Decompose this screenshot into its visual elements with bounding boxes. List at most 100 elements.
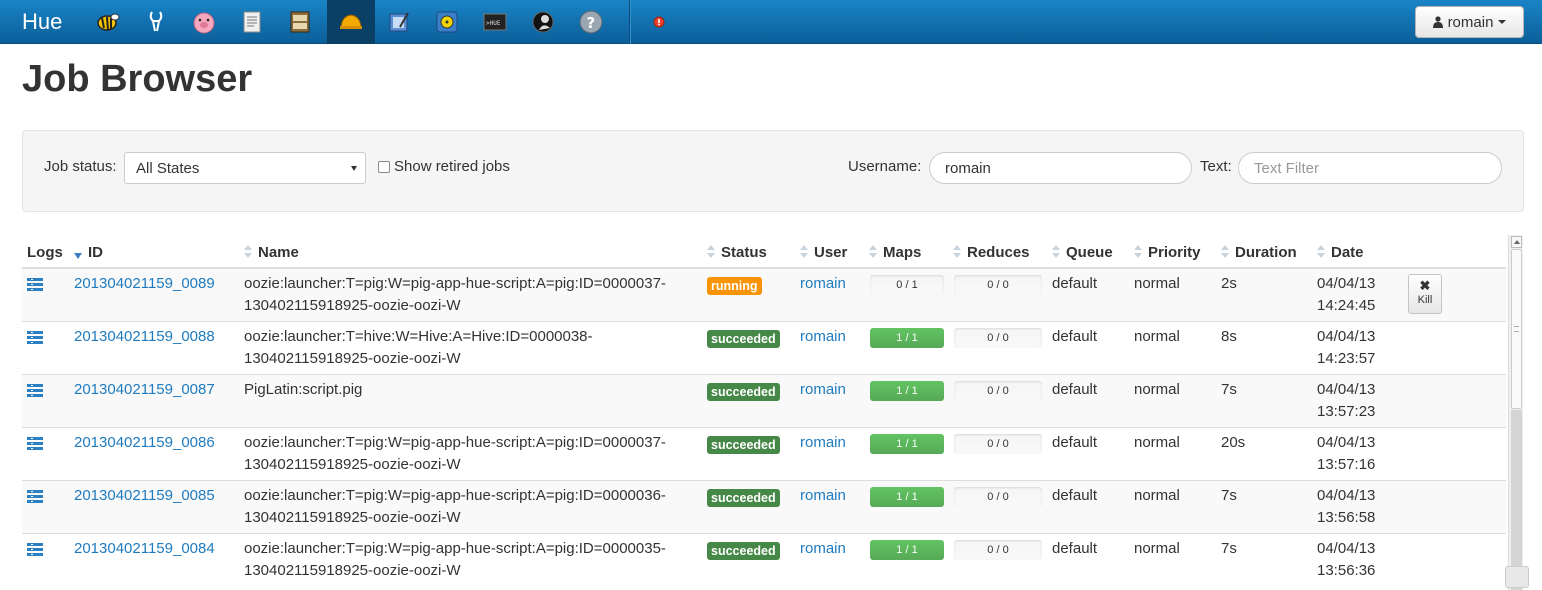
logs-icon[interactable] (27, 331, 43, 344)
scrollbar-track[interactable] (1511, 410, 1522, 590)
file-browser-icon (243, 11, 261, 33)
job-user-link[interactable]: romain (800, 379, 846, 401)
sort-icon (800, 245, 808, 259)
col-header-user[interactable]: User (800, 243, 847, 261)
scroll-to-top-button[interactable] (1505, 566, 1529, 588)
username-label: Username: (848, 158, 922, 175)
alert-icon (653, 16, 665, 28)
job-id-link[interactable]: 201304021159_0087 (74, 379, 215, 401)
brand-logo[interactable]: Hue (22, 9, 62, 35)
status-badge: succeeded (707, 489, 780, 507)
logs-icon[interactable] (27, 278, 43, 291)
job-duration: 2s (1221, 275, 1237, 292)
col-header-reduces[interactable]: Reduces (953, 243, 1030, 261)
reduces-progress: 0 / 0 (954, 434, 1042, 454)
scrollbar-thumb[interactable] (1511, 249, 1522, 409)
job-priority: normal (1134, 328, 1180, 345)
job-date: 04/04/13 13:56:36 (1317, 540, 1376, 579)
job-user-link[interactable]: romain (800, 538, 846, 560)
job-queue: default (1052, 275, 1098, 292)
job-browser-app-link[interactable] (327, 0, 375, 44)
table-row: 201304021159_0086 oozie:launcher:T=pig:W=… (22, 427, 1506, 480)
job-user-link[interactable]: romain (800, 485, 846, 507)
metastore-icon (290, 11, 310, 33)
job-name: oozie:launcher:T=pig:W=pig-app-hue-scrip… (244, 275, 666, 314)
job-date: 04/04/13 13:57:16 (1317, 434, 1376, 473)
col-header-status[interactable]: Status (707, 243, 767, 261)
logs-icon[interactable] (27, 384, 43, 397)
sort-desc-icon (74, 245, 82, 259)
text-filter-input[interactable]: Text Filter (1238, 152, 1502, 184)
job-user-link[interactable]: romain (800, 432, 846, 454)
col-header-priority[interactable]: Priority (1134, 243, 1201, 261)
shell-icon: >HUE (483, 13, 507, 31)
scroll-up-icon[interactable] (1511, 236, 1522, 248)
job-name: PigLatin:script.pig (244, 381, 363, 398)
job-user-link[interactable]: romain (800, 273, 846, 295)
job-designer-icon (389, 12, 409, 32)
user-admin-app-link[interactable] (519, 0, 567, 44)
job-name: oozie:launcher:T=pig:W=pig-app-hue-scrip… (244, 487, 666, 526)
username-input[interactable]: romain (929, 152, 1192, 184)
table-scrollbar[interactable] (1508, 235, 1523, 590)
job-priority: normal (1134, 540, 1180, 557)
beeswax-app-link[interactable] (84, 0, 132, 44)
impala-icon (149, 11, 163, 32)
reduces-progress: 0 / 0 (954, 540, 1042, 560)
maps-progress: 1 / 1 (870, 487, 944, 507)
job-id-link[interactable]: 201304021159_0084 (74, 538, 215, 560)
col-header-name[interactable]: Name (244, 243, 299, 261)
col-header-date[interactable]: Date (1317, 243, 1364, 261)
job-queue: default (1052, 540, 1098, 557)
sort-icon (869, 245, 877, 259)
user-menu-button[interactable]: romain (1415, 6, 1524, 38)
alert-link[interactable] (635, 0, 683, 44)
job-designer-app-link[interactable] (375, 0, 423, 44)
col-header-duration[interactable]: Duration (1221, 243, 1297, 261)
job-status-select[interactable]: All States (124, 152, 366, 184)
metastore-app-link[interactable] (276, 0, 324, 44)
job-id-link[interactable]: 201304021159_0086 (74, 432, 215, 454)
job-duration: 8s (1221, 328, 1237, 345)
table-row: 201304021159_0085 oozie:launcher:T=pig:W=… (22, 480, 1506, 533)
top-navbar: Hue >HUE ? romain (0, 0, 1542, 44)
col-header-queue[interactable]: Queue (1052, 243, 1113, 261)
user-name: romain (1447, 13, 1494, 31)
col-header-id[interactable]: ID (74, 243, 103, 261)
help-app-link[interactable]: ? (567, 0, 615, 44)
username-value: romain (945, 160, 991, 177)
status-badge: succeeded (707, 383, 780, 401)
svg-text:?: ? (587, 14, 596, 32)
text-filter-placeholder: Text Filter (1254, 160, 1320, 177)
job-duration: 7s (1221, 487, 1237, 504)
show-retired-checkbox[interactable] (378, 161, 390, 173)
oozie-app-link[interactable] (423, 0, 471, 44)
job-id-link[interactable]: 201304021159_0088 (74, 326, 215, 348)
col-header-logs[interactable]: Logs (27, 243, 63, 261)
col-header-maps[interactable]: Maps (869, 243, 921, 261)
kill-job-button[interactable]: ✖ Kill (1408, 274, 1442, 314)
show-retired-label[interactable]: Show retired jobs (394, 158, 510, 175)
job-user-link[interactable]: romain (800, 326, 846, 348)
file-browser-app-link[interactable] (228, 0, 276, 44)
maps-progress: 1 / 1 (870, 328, 944, 348)
job-priority: normal (1134, 275, 1180, 292)
pig-icon (193, 12, 215, 34)
logs-icon[interactable] (27, 490, 43, 503)
pig-app-link[interactable] (180, 0, 228, 44)
text-filter-label: Text: (1200, 158, 1232, 175)
table-row: 201304021159_0089 oozie:launcher:T=pig:W=… (22, 268, 1506, 321)
job-duration: 7s (1221, 540, 1237, 557)
close-icon: ✖ (1419, 278, 1431, 293)
job-id-link[interactable]: 201304021159_0085 (74, 485, 215, 507)
impala-app-link[interactable] (132, 0, 180, 44)
job-name: oozie:launcher:T=hive:W=Hive:A=Hive:ID=0… (244, 328, 593, 367)
user-icon (1432, 16, 1443, 28)
shell-app-link[interactable]: >HUE (471, 0, 519, 44)
job-priority: normal (1134, 487, 1180, 504)
logs-icon[interactable] (27, 437, 43, 450)
job-status-label: Job status: (44, 158, 117, 175)
job-id-link[interactable]: 201304021159_0089 (74, 273, 215, 295)
logs-icon[interactable] (27, 543, 43, 556)
job-date: 04/04/13 13:56:58 (1317, 487, 1376, 526)
